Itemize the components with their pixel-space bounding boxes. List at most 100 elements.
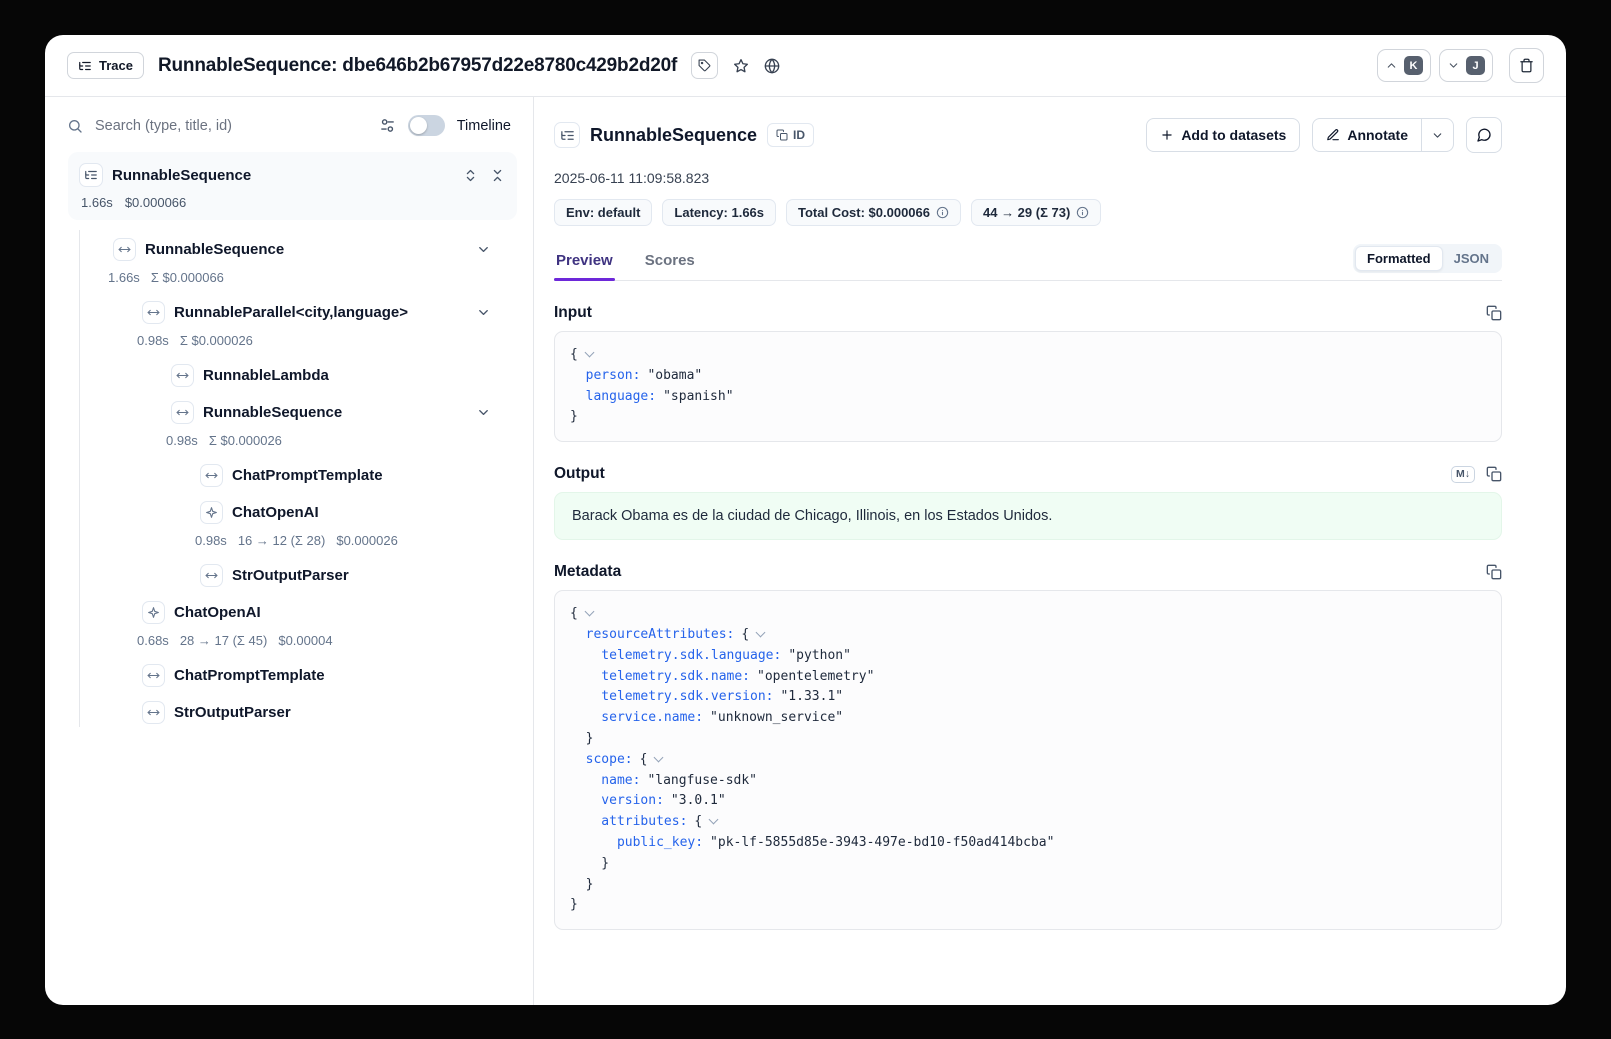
tree-node[interactable]: StrOutputParser xyxy=(80,697,517,727)
copy-id-chip[interactable]: ID xyxy=(767,123,814,147)
latency-badge: Latency: 1.66s xyxy=(662,199,776,226)
tab-preview[interactable]: Preview xyxy=(554,252,615,280)
trace-root-node[interactable]: RunnableSequence 1.66s $0.000066 xyxy=(68,152,517,220)
tab-scores[interactable]: Scores xyxy=(643,252,697,280)
json-key: scope: xyxy=(586,752,633,767)
json-key: name: xyxy=(601,773,640,788)
markdown-toggle[interactable]: M↓ xyxy=(1451,466,1475,483)
timeline-toggle[interactable] xyxy=(408,115,445,136)
tree-node[interactable]: ChatOpenAI 0.98s 16 → 12 (Σ 28) $0.00002… xyxy=(80,497,517,553)
observation-header: RunnableSequence ID Add to datasets xyxy=(554,117,1502,153)
tree-node[interactable]: RunnableLambda xyxy=(80,360,517,390)
json-value: "spanish" xyxy=(663,389,733,404)
tree-node[interactable]: StrOutputParser xyxy=(80,560,517,590)
delete-trace-button[interactable] xyxy=(1509,48,1544,83)
list-tree-icon xyxy=(84,168,98,182)
copy-icon xyxy=(1486,305,1502,321)
tag-button[interactable] xyxy=(691,52,718,79)
json-brace: } xyxy=(586,877,594,892)
tree-node-label: RunnableParallel<city,language> xyxy=(174,304,408,321)
format-json-segment[interactable]: JSON xyxy=(1443,247,1500,270)
trace-type-icon-badge xyxy=(79,163,103,187)
trace-timestamp: 2025-06-11 11:09:58.823 xyxy=(554,170,1502,186)
span-type-badge xyxy=(171,401,194,424)
node-cost: $0.000026 xyxy=(336,533,397,548)
node-duration: 0.68s xyxy=(137,633,169,648)
generation-type-badge xyxy=(200,501,223,524)
observation-title: RunnableSequence xyxy=(590,125,757,146)
node-cost: Σ $0.000026 xyxy=(209,433,282,448)
tree-node[interactable]: RunnableParallel<city,language> 0.98s Σ … xyxy=(80,297,517,353)
prev-trace-button[interactable]: K xyxy=(1377,49,1431,82)
chevron-down-icon[interactable] xyxy=(476,305,491,320)
node-cost: $0.00004 xyxy=(278,633,332,648)
list-tree-icon xyxy=(560,128,575,143)
output-section-title: Output xyxy=(554,465,605,483)
tree-node-stats: 1.66s Σ $0.000066 xyxy=(80,264,517,290)
json-brace: { xyxy=(640,752,648,767)
arrows-horizontal-icon xyxy=(205,569,218,582)
detail-scroll-area[interactable]: RunnableSequence ID Add to datasets xyxy=(534,97,1566,1005)
chevron-down-icon xyxy=(1431,129,1444,142)
tree-node[interactable]: ChatPromptTemplate xyxy=(80,460,517,490)
copy-icon xyxy=(776,129,788,141)
bookmark-star-button[interactable] xyxy=(733,58,749,74)
next-trace-button[interactable]: J xyxy=(1439,49,1493,82)
chevron-down-icon[interactable] xyxy=(476,242,491,257)
expand-all-button[interactable] xyxy=(463,168,478,183)
copy-input-button[interactable] xyxy=(1486,305,1502,321)
trace-badge-label: Trace xyxy=(99,58,133,73)
search-icon xyxy=(67,118,83,134)
annotate-button[interactable]: Annotate xyxy=(1312,118,1422,152)
tree-scroll-area[interactable]: RunnableSequence 1.66s Σ $0.000066 Runna… xyxy=(45,220,533,1005)
token-usage-badge: 44 → 29 (Σ 73) xyxy=(971,199,1101,226)
copy-metadata-button[interactable] xyxy=(1486,564,1502,580)
env-badge: Env: default xyxy=(554,199,652,226)
info-icon[interactable] xyxy=(1076,206,1089,219)
search-input[interactable] xyxy=(95,118,367,134)
collapse-chevron-icon[interactable] xyxy=(584,607,594,617)
json-key: public_key: xyxy=(617,835,703,850)
chevron-up-icon xyxy=(1385,59,1398,72)
sparkle-icon xyxy=(147,606,160,619)
arrows-horizontal-icon xyxy=(205,469,218,482)
filter-sliders-button[interactable] xyxy=(379,117,396,134)
collapse-chevron-icon[interactable] xyxy=(756,628,766,638)
json-value: "1.33.1" xyxy=(780,689,843,704)
tree-node[interactable]: RunnableSequence 1.66s Σ $0.000066 xyxy=(80,234,517,290)
comments-button[interactable] xyxy=(1466,117,1502,153)
copy-output-button[interactable] xyxy=(1486,466,1502,482)
tree-actions xyxy=(463,168,505,183)
plus-icon xyxy=(1160,128,1174,142)
collapse-chevron-icon[interactable] xyxy=(654,752,664,762)
span-type-badge xyxy=(142,701,165,724)
add-to-datasets-button[interactable]: Add to datasets xyxy=(1146,118,1300,152)
tree-node[interactable]: RunnableSequence 0.98s Σ $0.000026 xyxy=(80,397,517,453)
json-value: "langfuse-sdk" xyxy=(647,773,757,788)
tree-node-label: ChatPromptTemplate xyxy=(174,667,325,684)
collapse-chevron-icon[interactable] xyxy=(584,348,594,358)
metric-badges: Env: default Latency: 1.66s Total Cost: … xyxy=(554,199,1502,226)
sparkle-icon xyxy=(205,506,218,519)
collapse-all-button[interactable] xyxy=(490,168,505,183)
root-cost: $0.000066 xyxy=(125,195,186,210)
arrows-horizontal-icon xyxy=(176,406,189,419)
span-type-badge xyxy=(142,664,165,687)
info-icon[interactable] xyxy=(936,206,949,219)
trace-detail-panel: RunnableSequence ID Add to datasets xyxy=(534,97,1566,1005)
format-formatted-segment[interactable]: Formatted xyxy=(1355,246,1443,271)
annotate-dropdown-button[interactable] xyxy=(1422,118,1454,152)
tabs-bar: Preview Scores Formatted JSON xyxy=(554,244,1502,281)
json-brace: { xyxy=(570,347,578,362)
tree-node[interactable]: ChatPromptTemplate xyxy=(80,660,517,690)
collapse-chevron-icon[interactable] xyxy=(709,815,719,825)
json-key: version: xyxy=(601,793,664,808)
list-tree-icon xyxy=(78,59,92,73)
output-section-header: Output M↓ xyxy=(554,465,1502,483)
json-value: "pk-lf-5855d85e-3943-497e-bd10-f50ad414b… xyxy=(710,835,1054,850)
public-link-button[interactable] xyxy=(764,58,780,74)
node-tokens: 16 → 12 (Σ 28) xyxy=(238,533,326,548)
json-value: "3.0.1" xyxy=(671,793,726,808)
chevron-down-icon[interactable] xyxy=(476,405,491,420)
tree-node[interactable]: ChatOpenAI 0.68s 28 → 17 (Σ 45) $0.00004 xyxy=(80,597,517,653)
